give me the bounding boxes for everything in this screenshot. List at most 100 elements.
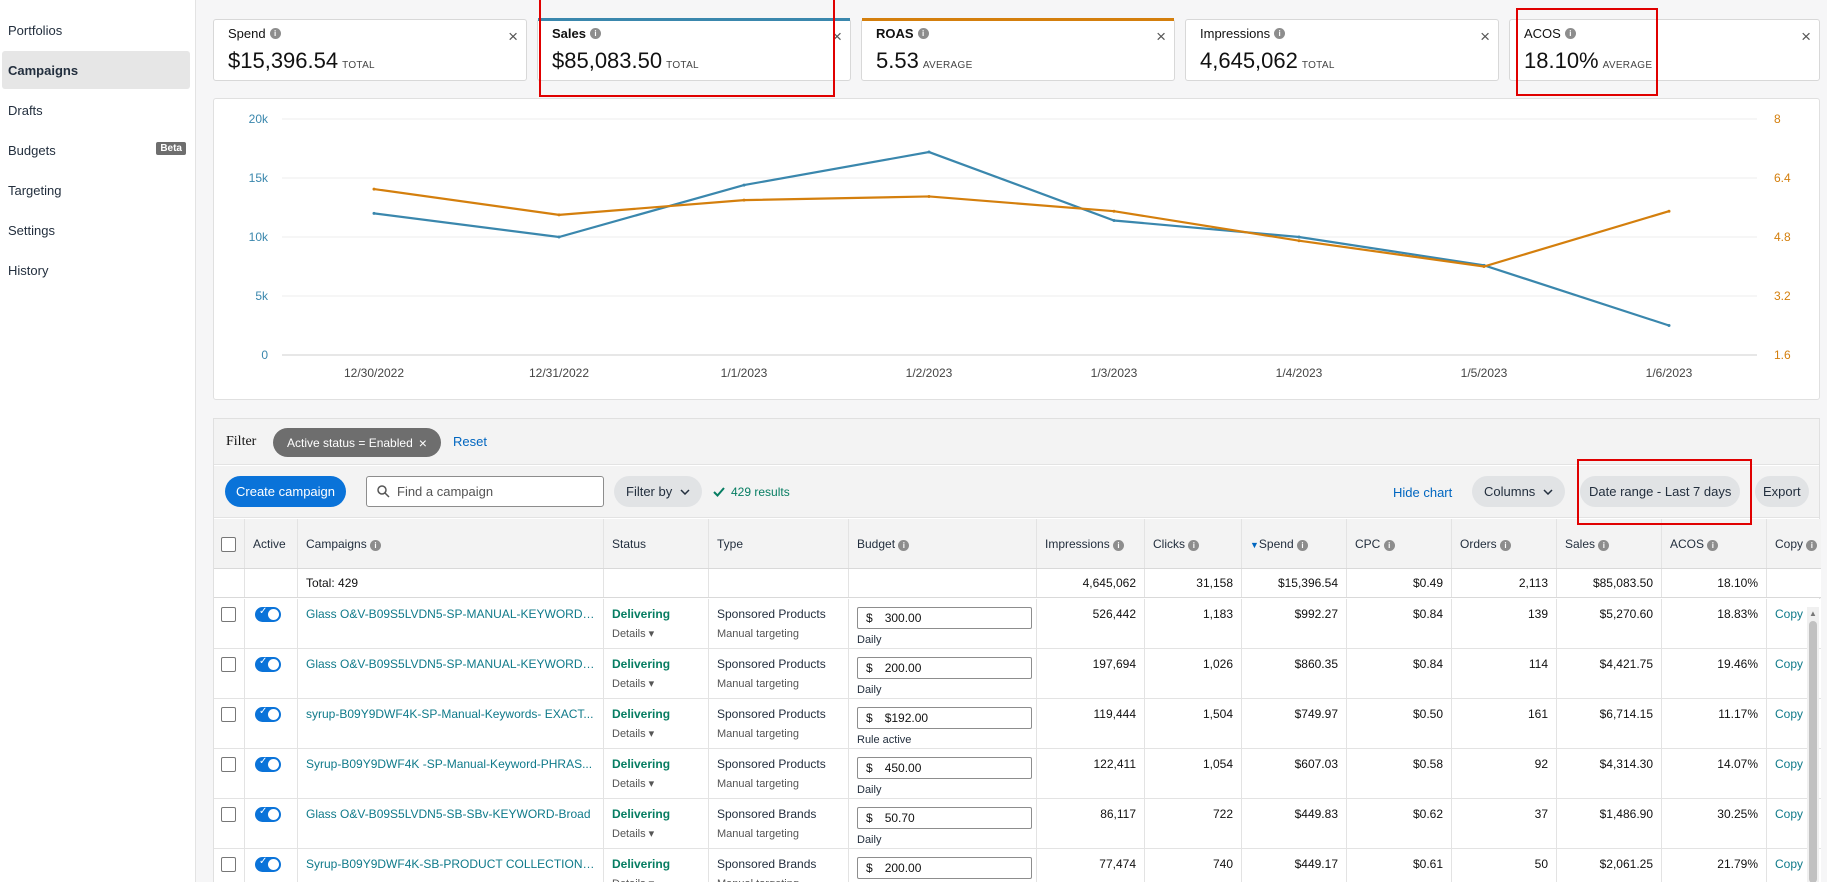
- sidebar-item-drafts[interactable]: Drafts: [2, 91, 190, 129]
- active-toggle[interactable]: [255, 656, 281, 672]
- metric-card-roas[interactable]: ROAS i 5.53 AVERAGE ×: [861, 18, 1175, 81]
- sidebar-item-campaigns[interactable]: Campaigns: [2, 51, 190, 89]
- impressions-cell: 122,411: [1037, 749, 1145, 798]
- copy-link[interactable]: Copy: [1775, 757, 1803, 771]
- details-toggle[interactable]: Details ▾: [612, 827, 700, 840]
- row-checkbox[interactable]: [221, 657, 236, 672]
- date-range-button[interactable]: Date range - Last 7 days: [1580, 476, 1741, 507]
- details-toggle[interactable]: Details ▾: [612, 777, 700, 790]
- metric-card-impressions[interactable]: Impressions i 4,645,062 TOTAL ×: [1185, 19, 1499, 81]
- active-toggle[interactable]: [255, 856, 281, 872]
- create-campaign-button[interactable]: Create campaign: [225, 476, 346, 507]
- info-icon[interactable]: i: [1564, 28, 1576, 39]
- info-icon[interactable]: i: [1806, 540, 1818, 551]
- row-checkbox[interactable]: [221, 757, 236, 772]
- sidebar-item-portfolios[interactable]: Portfolios: [2, 11, 190, 49]
- header-spend[interactable]: ▼Spend i: [1242, 519, 1347, 568]
- close-icon[interactable]: ×: [419, 435, 427, 451]
- campaign-link[interactable]: Glass O&V-B09S5LVDN5-SP-MANUAL-KEYWORD-.…: [306, 607, 595, 621]
- info-icon[interactable]: i: [370, 540, 382, 551]
- active-toggle[interactable]: [255, 706, 281, 722]
- info-icon[interactable]: i: [1188, 540, 1200, 551]
- row-checkbox[interactable]: [221, 857, 236, 872]
- budget-input[interactable]: $200.00: [857, 857, 1032, 879]
- scroll-up-icon[interactable]: ▲: [1809, 609, 1817, 618]
- campaign-link[interactable]: Syrup-B09Y9DWF4K -SP-Manual-Keyword-PHRA…: [306, 757, 595, 771]
- close-icon[interactable]: ×: [1801, 27, 1811, 47]
- copy-link[interactable]: Copy: [1775, 607, 1803, 621]
- close-icon[interactable]: ×: [1156, 27, 1166, 47]
- active-toggle[interactable]: [255, 806, 281, 822]
- header-clicks[interactable]: Clicks i: [1145, 519, 1242, 568]
- active-toggle[interactable]: [255, 606, 281, 622]
- budget-type: Rule active: [857, 734, 912, 746]
- info-icon[interactable]: i: [1500, 540, 1512, 551]
- sales-value: $1,486.90: [1599, 807, 1653, 821]
- campaign-link[interactable]: syrup-B09Y9DWF4K-SP-Manual-Keywords- EXA…: [306, 707, 595, 721]
- budget-input[interactable]: $50.70: [857, 807, 1032, 829]
- sidebar-item-settings[interactable]: Settings: [2, 211, 190, 249]
- select-all-checkbox[interactable]: [221, 537, 236, 552]
- currency-symbol: $: [866, 761, 873, 775]
- header-orders[interactable]: Orders i: [1452, 519, 1557, 568]
- header-status[interactable]: Status: [604, 519, 709, 568]
- active-toggle[interactable]: [255, 756, 281, 772]
- budget-input[interactable]: $450.00: [857, 757, 1032, 779]
- info-icon[interactable]: i: [589, 28, 601, 39]
- info-icon[interactable]: i: [1296, 540, 1308, 551]
- scrollbar-thumb[interactable]: [1809, 621, 1817, 882]
- row-checkbox[interactable]: [221, 607, 236, 622]
- campaign-link[interactable]: Glass O&V-B09S5LVDN5-SB-SBv-KEYWORD-Broa…: [306, 807, 595, 821]
- info-icon[interactable]: i: [1383, 540, 1395, 551]
- budget-input[interactable]: $200.00: [857, 657, 1032, 679]
- copy-link[interactable]: Copy: [1775, 857, 1803, 871]
- search-input[interactable]: Find a campaign: [366, 476, 604, 507]
- info-icon[interactable]: i: [269, 28, 281, 39]
- budget-input[interactable]: $300.00: [857, 607, 1032, 629]
- sidebar-item-history[interactable]: History: [2, 251, 190, 289]
- details-toggle[interactable]: Details ▾: [612, 677, 700, 690]
- details-toggle[interactable]: Details ▾: [612, 627, 700, 640]
- details-toggle[interactable]: Details ▾: [612, 727, 700, 740]
- export-button[interactable]: Export: [1755, 476, 1809, 507]
- filter-by-button[interactable]: Filter by: [614, 476, 703, 507]
- header-active[interactable]: Active: [245, 519, 298, 568]
- info-icon[interactable]: i: [1598, 540, 1610, 551]
- sidebar-item-targeting[interactable]: Targeting: [2, 171, 190, 209]
- table-scrollbar[interactable]: ▲: [1807, 607, 1819, 882]
- filter-chip[interactable]: Active status = Enabled ×: [273, 428, 441, 457]
- info-icon[interactable]: i: [917, 28, 929, 39]
- close-icon[interactable]: ×: [832, 27, 842, 47]
- sidebar-item-budgets[interactable]: Budgets Beta: [2, 131, 190, 169]
- info-icon[interactable]: i: [898, 540, 910, 551]
- header-cpc[interactable]: CPC i: [1347, 519, 1452, 568]
- header-copy[interactable]: Copy i: [1767, 519, 1821, 568]
- row-checkbox[interactable]: [221, 707, 236, 722]
- info-icon[interactable]: i: [1707, 540, 1719, 551]
- metric-card-acos[interactable]: ACOS i 18.10% AVERAGE ×: [1509, 19, 1820, 81]
- copy-link[interactable]: Copy: [1775, 657, 1803, 671]
- info-icon[interactable]: i: [1274, 28, 1286, 39]
- info-icon[interactable]: i: [1113, 540, 1125, 551]
- type-text: Sponsored Products: [717, 707, 826, 721]
- campaign-link[interactable]: Syrup-B09Y9DWF4K-SB-PRODUCT COLLECTION-.…: [306, 857, 595, 871]
- close-icon[interactable]: ×: [1480, 27, 1490, 47]
- row-checkbox[interactable]: [221, 807, 236, 822]
- header-budget[interactable]: Budget i: [849, 519, 1037, 568]
- metric-card-spend[interactable]: Spend i $15,396.54 TOTAL ×: [213, 19, 527, 81]
- header-campaigns[interactable]: Campaigns i: [298, 519, 604, 568]
- campaign-link[interactable]: Glass O&V-B09S5LVDN5-SP-MANUAL-KEYWORD .…: [306, 657, 595, 671]
- close-icon[interactable]: ×: [508, 27, 518, 47]
- header-impressions[interactable]: Impressions i: [1037, 519, 1145, 568]
- copy-link[interactable]: Copy: [1775, 807, 1803, 821]
- hide-chart-link[interactable]: Hide chart: [1393, 485, 1452, 500]
- columns-button[interactable]: Columns: [1472, 476, 1566, 507]
- budget-input[interactable]: $ $192.00: [857, 707, 1032, 729]
- header-type[interactable]: Type: [709, 519, 849, 568]
- header-sales[interactable]: Sales i: [1557, 519, 1662, 568]
- copy-link[interactable]: Copy: [1775, 707, 1803, 721]
- reset-link[interactable]: Reset: [453, 434, 487, 449]
- header-acos[interactable]: ACOS i: [1662, 519, 1767, 568]
- details-toggle[interactable]: Details ▾: [612, 877, 700, 882]
- metric-card-sales[interactable]: Sales i $85,083.50 TOTAL ×: [537, 18, 851, 81]
